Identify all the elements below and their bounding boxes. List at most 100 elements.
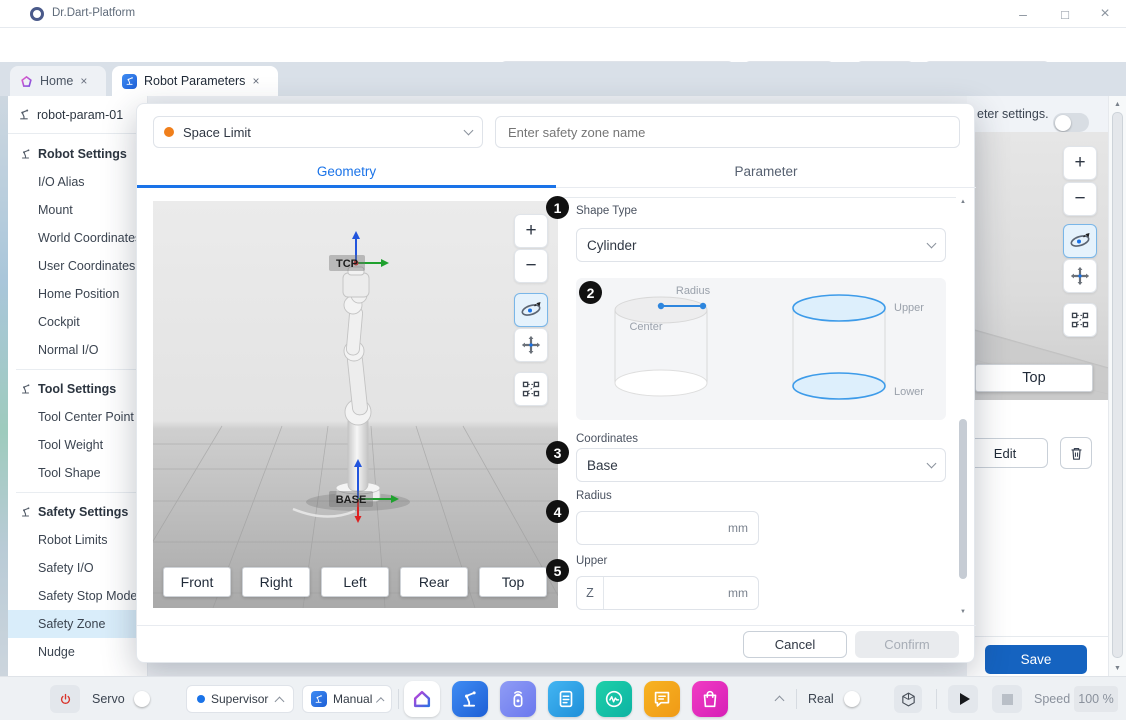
- orbit-icon: [519, 298, 543, 322]
- dock-app-message[interactable]: [644, 681, 680, 717]
- upper-field: Z mm: [576, 576, 759, 610]
- close-button[interactable]: ×: [1090, 4, 1120, 24]
- role-select[interactable]: Supervisor: [186, 685, 294, 713]
- page-scrollbar[interactable]: ▲ ▼: [1108, 96, 1126, 676]
- window-title: Dr.Dart-Platform: [52, 7, 135, 19]
- form-scrollbar[interactable]: ▲ ▼: [956, 197, 970, 617]
- dock-app-monitoring[interactable]: [596, 681, 632, 717]
- view-right-button[interactable]: Right: [242, 567, 310, 597]
- page-scrollbar-thumb[interactable]: [1112, 112, 1123, 658]
- robot-arm-icon: [20, 383, 32, 395]
- sidebar-item-world-coordinates[interactable]: World Coordinates: [8, 224, 147, 252]
- scroll-down-icon[interactable]: ▼: [1109, 662, 1126, 674]
- zone-3d-viewport[interactable]: BASE TCP + −: [153, 201, 558, 608]
- confirm-button[interactable]: Confirm: [855, 631, 959, 658]
- sidebar-item-cockpit[interactable]: Cockpit: [8, 308, 147, 336]
- scroll-up-icon[interactable]: ▲: [1109, 98, 1126, 110]
- speed-label: Speed: [1034, 692, 1070, 706]
- zone-type-dot: [164, 127, 174, 137]
- view-front-button[interactable]: Front: [163, 567, 231, 597]
- sidebar-item-tool-center-point[interactable]: Tool Center Point: [8, 403, 147, 431]
- robot-arm-icon: [20, 148, 32, 160]
- viewport-pan-button[interactable]: [514, 328, 548, 362]
- sidebar-item-safety-zone[interactable]: Safety Zone: [8, 610, 147, 638]
- tab-home[interactable]: Home ×: [10, 66, 106, 96]
- shape-type-value: Cylinder: [587, 238, 928, 253]
- sidebar-item-mount[interactable]: Mount: [8, 196, 147, 224]
- upper-axis-prefix: Z: [577, 577, 604, 609]
- zone-name-input[interactable]: [495, 116, 960, 148]
- form-scrollbar-thumb[interactable]: [959, 419, 967, 579]
- tab-robot-parameters[interactable]: Robot Parameters ×: [112, 66, 278, 96]
- dock-app-document[interactable]: [548, 681, 584, 717]
- upper-z-input[interactable]: [604, 577, 728, 609]
- sidebar-item-normal-io[interactable]: Normal I/O: [8, 336, 147, 364]
- orbit-icon: [1068, 229, 1092, 253]
- save-button[interactable]: Save: [985, 645, 1087, 674]
- background-edge: [0, 96, 8, 676]
- stop-button[interactable]: [992, 685, 1022, 713]
- radius-field: mm: [576, 511, 759, 545]
- dock-app-teach-pendant[interactable]: [500, 681, 536, 717]
- dock-expand-chevron-icon[interactable]: [775, 696, 785, 706]
- play-button[interactable]: [948, 685, 978, 713]
- parameter-edit-toggle[interactable]: [1053, 113, 1089, 132]
- dock-app-store[interactable]: [692, 681, 728, 717]
- annotation-1-badge: 1: [546, 196, 569, 219]
- view-top-button[interactable]: Top: [479, 567, 547, 597]
- sidebar-item-io-alias[interactable]: I/O Alias: [8, 168, 147, 196]
- scroll-down-icon[interactable]: ▼: [956, 607, 970, 617]
- sidebar-header-label: robot-param-01: [37, 108, 123, 122]
- power-button[interactable]: [50, 685, 80, 713]
- sidebar-item-user-coordinates[interactable]: User Coordinates: [8, 252, 147, 280]
- delete-zone-button[interactable]: [1060, 437, 1092, 469]
- shape-type-select[interactable]: Cylinder: [576, 228, 946, 262]
- minimize-button[interactable]: –: [1008, 4, 1038, 24]
- sidebar-item-safety-io[interactable]: Safety I/O: [8, 554, 147, 582]
- tab-home-close-icon[interactable]: ×: [80, 75, 87, 87]
- manual-mode-icon: [311, 691, 327, 707]
- sidebar-item-home-position[interactable]: Home Position: [8, 280, 147, 308]
- simulation-3d-button[interactable]: [894, 685, 922, 713]
- page-top-view-button[interactable]: Top: [975, 364, 1093, 392]
- tab-geometry[interactable]: Geometry: [137, 154, 556, 188]
- viewport-rotate-button[interactable]: [514, 293, 548, 327]
- view-left-button[interactable]: Left: [321, 567, 389, 597]
- robot-arm-icon: [18, 108, 31, 121]
- dock-mode-select[interactable]: Manual: [302, 685, 392, 713]
- divider: [936, 689, 937, 709]
- power-icon: [58, 692, 73, 707]
- cancel-button[interactable]: Cancel: [743, 631, 847, 658]
- coordinates-select[interactable]: Base: [576, 448, 946, 482]
- dock-app-home[interactable]: [404, 681, 440, 717]
- cube-3d-icon: [900, 691, 917, 708]
- sidebar-item-tool-shape[interactable]: Tool Shape: [8, 459, 147, 487]
- maximize-button[interactable]: □: [1050, 4, 1080, 24]
- zone-type-select[interactable]: Space Limit: [153, 116, 483, 148]
- viewport-zoom-in-button[interactable]: +: [514, 214, 548, 248]
- page-pan-button[interactable]: [1063, 259, 1097, 293]
- dock-app-robot-parameters[interactable]: [452, 681, 488, 717]
- page-zoom-out-button[interactable]: −: [1063, 182, 1097, 216]
- sidebar-item-nudge[interactable]: Nudge: [8, 638, 147, 666]
- divider: [16, 492, 139, 493]
- radius-unit: mm: [728, 521, 758, 535]
- tab-robot-parameters-close-icon[interactable]: ×: [252, 75, 259, 87]
- sidebar-item-tool-weight[interactable]: Tool Weight: [8, 431, 147, 459]
- page-zoom-in-button[interactable]: +: [1063, 146, 1097, 180]
- sidebar-item-robot-limits[interactable]: Robot Limits: [8, 526, 147, 554]
- view-rear-button[interactable]: Rear: [400, 567, 468, 597]
- divider: [16, 369, 139, 370]
- chevron-up-icon: [275, 696, 285, 706]
- page-rotate-button[interactable]: [1063, 224, 1097, 258]
- sidebar-item-safety-stop-modes[interactable]: Safety Stop Modes: [8, 582, 147, 610]
- divider: [137, 625, 976, 626]
- viewport-measure-button[interactable]: [514, 372, 548, 406]
- sidebar-section-safety-settings: Safety Settings: [8, 498, 147, 526]
- viewport-zoom-out-button[interactable]: −: [514, 249, 548, 283]
- speed-value-box[interactable]: 100 %: [1074, 686, 1118, 712]
- tab-parameter[interactable]: Parameter: [556, 154, 976, 188]
- radius-input[interactable]: [577, 512, 728, 544]
- scroll-up-icon[interactable]: ▲: [956, 197, 970, 207]
- page-measure-button[interactable]: [1063, 303, 1097, 337]
